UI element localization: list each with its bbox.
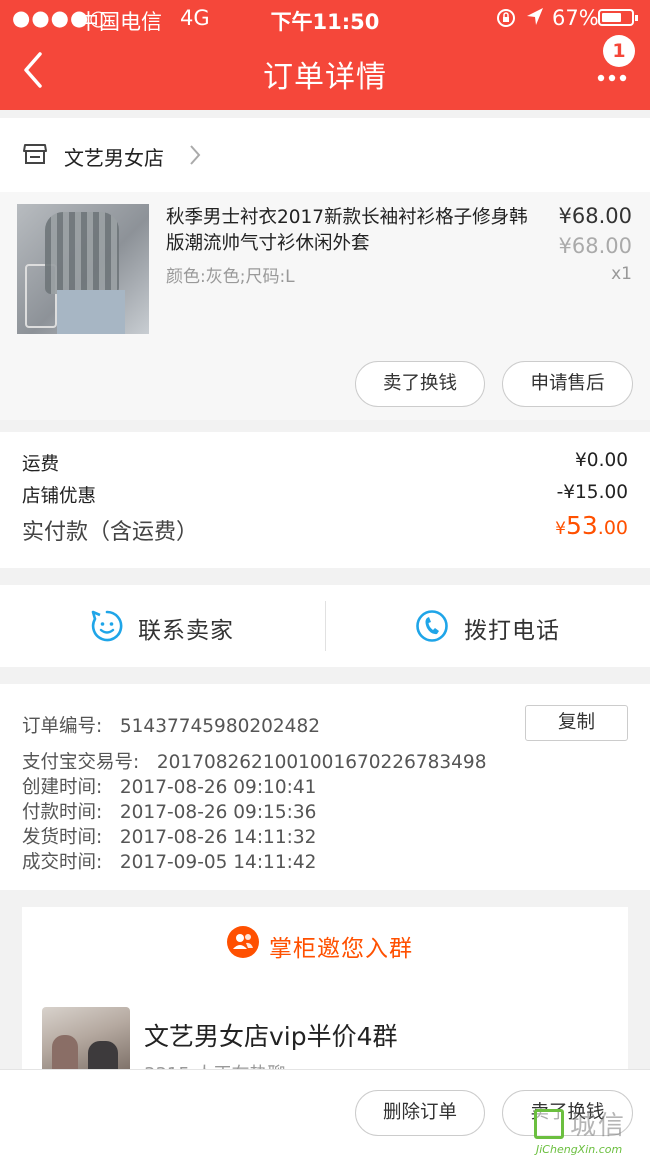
store-row[interactable]: 文艺男女店 [0,118,650,192]
site-watermark: 城信 JiChengXin.com [530,1105,648,1156]
paid-amount: ¥53.00 [555,511,628,540]
sell-for-cash-button[interactable]: 卖了换钱 [355,361,485,407]
group-section: 掌柜邀您入群 文艺男女店vip半价4群 3315 人正在热聊 [0,890,650,1087]
fee-summary: 运费 ¥0.00 店铺优惠 -¥15.00 实付款（含运费） ¥53.00 [0,432,650,568]
product-image[interactable] [17,204,149,334]
paid-row: 实付款（含运费） ¥53.00 [22,511,628,546]
phone-icon [415,609,449,647]
shipped-time-line: 发货时间: 2017-08-26 14:11:32 [22,827,317,848]
group-invite-title: 掌柜邀您入群 [269,936,413,962]
product-title[interactable]: 秋季男士衬衣2017新款长袖衬衫格子修身韩版潮流帅气寸衫休闲外套 [166,205,536,257]
location-arrow-icon [525,5,545,34]
shipping-row: 运费 ¥0.00 [22,450,628,476]
shipping-label: 运费 [22,454,60,475]
completed-time-line: 成交时间: 2017-09-05 14:11:42 [22,852,317,873]
group-invite-card[interactable]: 掌柜邀您入群 文艺男女店vip半价4群 3315 人正在热聊 [22,907,628,1087]
call-phone-label: 拨打电话 [464,618,560,644]
order-number: 51437745980202482 [119,716,320,737]
message-badge: 1 [603,35,635,67]
order-number-line: 订单编号: 51437745980202482 [22,716,320,737]
paid-label: 实付款（含运费） [22,520,199,545]
contact-bar: 联系卖家 拨打电话 [0,585,650,667]
watermark-url: JiChengXin.com [536,1143,623,1156]
product-quantity: x1 [611,264,632,284]
product-original-price: ¥68.00 [558,234,632,258]
contact-seller-label: 联系卖家 [138,618,234,644]
battery-icon [598,9,638,26]
contact-seller-button[interactable]: 联系卖家 [0,585,325,667]
order-info: 订单编号: 51437745980202482 复制 支付宝交易号: 20170… [0,684,650,890]
store-name: 文艺男女店 [64,146,164,170]
discount-label: 店铺优惠 [22,486,97,507]
after-sale-button[interactable]: 申请售后 [502,361,633,407]
top-bar: ●●●●○ 中国电信 4G 下午11:50 67% 订单详情 1 [0,0,650,110]
group-name: 文艺男女店vip半价4群 [144,1022,398,1051]
status-bar: ●●●●○ 中国电信 4G 下午11:50 67% [0,0,650,36]
product-price: ¥68.00 [558,204,632,228]
group-users-icon [227,926,259,958]
created-time-line: 创建时间: 2017-08-26 09:10:41 [22,777,317,798]
chat-face-icon [90,609,124,647]
discount-value: -¥15.00 [556,482,628,503]
chevron-right-icon [188,144,202,170]
watermark-text: 城信 [570,1111,627,1141]
copy-order-number-button[interactable]: 复制 [525,705,628,741]
page-title: 订单详情 [263,60,387,95]
rotation-lock-icon [494,6,518,35]
watermark-logo-icon [534,1109,564,1139]
call-phone-button[interactable]: 拨打电话 [326,585,650,667]
delete-order-button[interactable]: 删除订单 [355,1090,485,1136]
discount-row: 店铺优惠 -¥15.00 [22,482,628,508]
shipping-value: ¥0.00 [575,450,628,471]
product-spec: 颜色:灰色;尺码:L [166,267,295,287]
store-icon [22,141,48,171]
paid-time-line: 付款时间: 2017-08-26 09:15:36 [22,802,317,823]
battery-percent: 67% [552,6,599,30]
alipay-transaction-line: 支付宝交易号: 2017082621001001670226783498 [22,752,487,773]
